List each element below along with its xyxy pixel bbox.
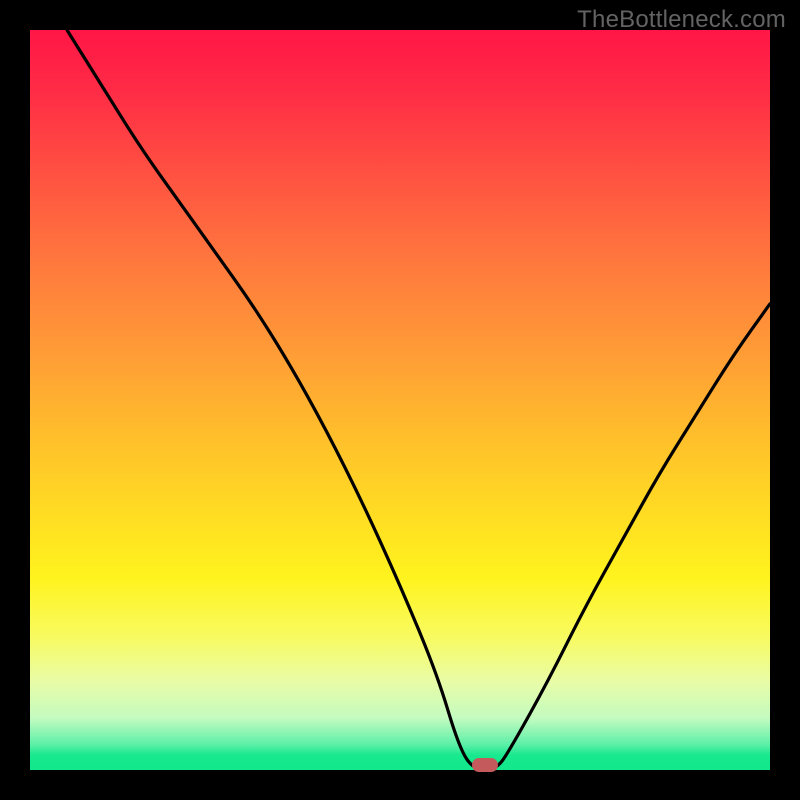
minimum-marker xyxy=(472,758,498,772)
chart-frame: TheBottleneck.com xyxy=(0,0,800,800)
watermark-text: TheBottleneck.com xyxy=(577,6,786,34)
plot-area xyxy=(30,30,770,770)
bottleneck-curve xyxy=(30,30,770,770)
